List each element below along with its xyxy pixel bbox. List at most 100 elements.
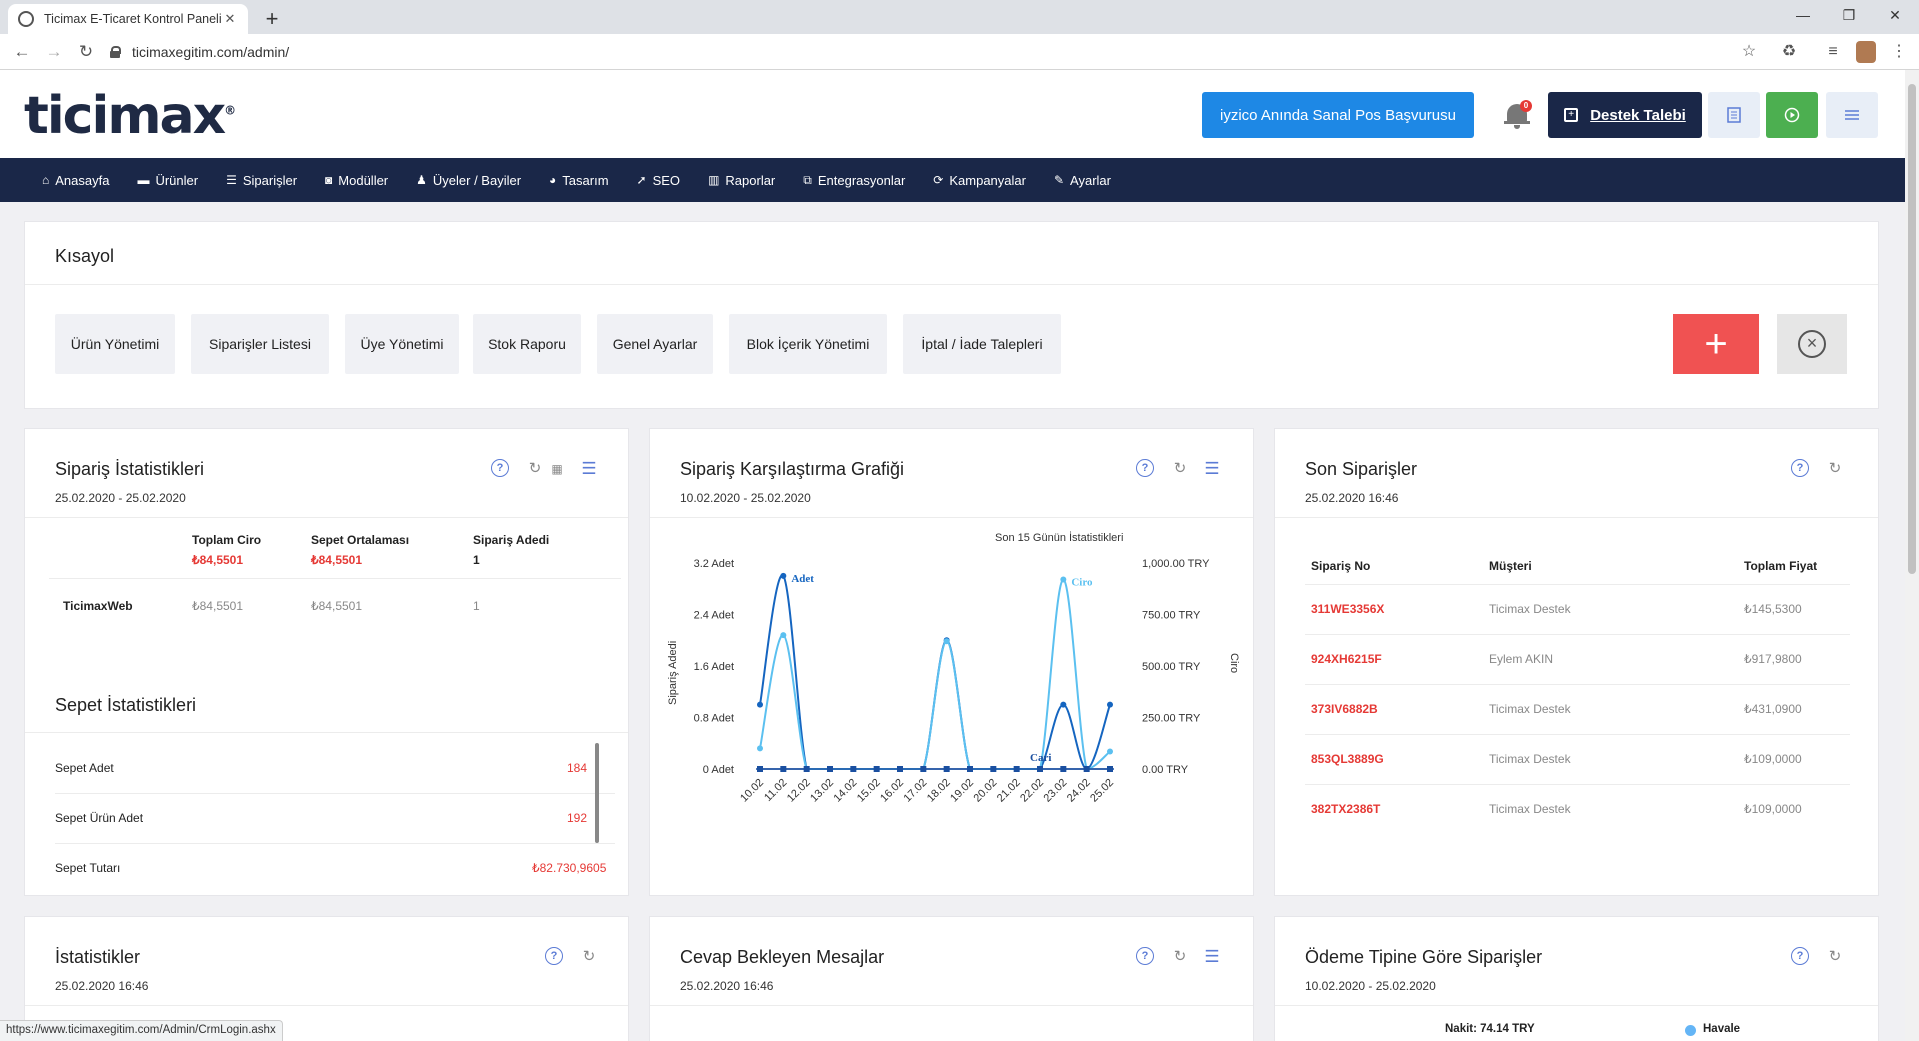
play-button[interactable] [1766, 92, 1818, 138]
shortcut-urun-yonetimi[interactable]: Ürün Yönetimi [55, 314, 175, 374]
add-shortcut-button[interactable]: + [1673, 314, 1759, 374]
close-tab-icon[interactable]: ✕ [222, 11, 238, 27]
extension-icon[interactable]: ♻ [1778, 42, 1800, 62]
cart-scrollbar[interactable] [595, 743, 599, 843]
forward-icon[interactable]: → [42, 40, 66, 64]
nav-tasarim[interactable]: ◕ Tasarım [549, 173, 608, 188]
messages-card: Cevap Bekleyen Mesajlar 25.02.2020 16:46… [649, 916, 1254, 1041]
cart-row-value: 184 [567, 761, 588, 775]
order-customer: Ticimax Destek [1489, 752, 1571, 766]
ticimax-logo[interactable]: ticimax® [24, 86, 236, 146]
data-point [990, 766, 997, 772]
nav-entegrasyonlar[interactable]: ⧉ Entegrasyonlar [803, 173, 905, 188]
palette-icon: ◕ [549, 173, 557, 187]
support-ticket-button[interactable]: + Destek Talebi [1548, 92, 1702, 138]
refresh-icon[interactable]: ↻ [1170, 947, 1190, 967]
data-point [1060, 701, 1067, 708]
y-tick-label: 3.2 Adet [694, 558, 734, 570]
refresh-icon[interactable]: ↻ [1825, 947, 1845, 967]
shortcut-genel-ayarlar[interactable]: Genel Ayarlar [597, 314, 713, 374]
comparison-title: Sipariş Karşılaştırma Grafiği [680, 459, 905, 479]
nav-anasayfa[interactable]: ⌂ Anasayfa [42, 173, 109, 188]
order-total: ₺917,9800 [1744, 652, 1802, 666]
refresh-icon[interactable]: ↻ [579, 947, 599, 967]
help-icon[interactable]: ? [491, 459, 509, 477]
shortcut-uye-yonetimi[interactable]: Üye Yönetimi [345, 314, 459, 374]
nav-siparisler[interactable]: ☰ Siparişler [226, 173, 297, 188]
y2-tick-label: 750.00 TRY [1142, 610, 1201, 622]
data-point [943, 638, 950, 645]
media-icon[interactable]: ≡ [1822, 42, 1844, 62]
help-icon[interactable]: ? [1791, 947, 1809, 965]
help-icon[interactable]: ? [1791, 459, 1809, 477]
page-scrollbar[interactable] [1905, 70, 1919, 1041]
menu-button[interactable] [1826, 92, 1878, 138]
nav-kampanyalar[interactable]: ⟳ Kampanyalar [933, 173, 1026, 188]
star-icon[interactable]: ☆ [1738, 42, 1760, 62]
minimize-icon[interactable]: — [1780, 0, 1826, 30]
y-tick-label: 0.8 Adet [694, 713, 734, 725]
calendar-icon[interactable]: ▦ [547, 459, 567, 479]
data-point [757, 745, 763, 752]
order-number-link[interactable]: 853QL3889G [1311, 752, 1384, 766]
kebab-menu-icon[interactable]: ⋮ [1888, 42, 1910, 62]
hamburger-icon [1845, 110, 1859, 120]
browser-tab-bar: Ticimax E-Ticaret Kontrol Paneli ✕ + — ❐… [0, 0, 1919, 34]
menu-icon[interactable]: ☰ [579, 459, 599, 479]
help-icon[interactable]: ? [1136, 459, 1154, 477]
nav-raporlar[interactable]: ▥ Raporlar [708, 173, 775, 188]
refresh-icon[interactable]: ↻ [1825, 459, 1845, 479]
scrollbar-thumb[interactable] [1908, 84, 1916, 574]
close-circle-icon: × [1798, 330, 1826, 358]
nav-ayarlar[interactable]: ✎ Ayarlar [1054, 173, 1111, 188]
nav-seo[interactable]: ➚ SEO [637, 173, 681, 188]
close-shortcut-button[interactable]: × [1777, 314, 1847, 374]
refresh-icon[interactable]: ↻ [525, 459, 545, 479]
divider [49, 578, 621, 579]
order-number-link[interactable]: 311WE3356X [1311, 602, 1384, 616]
payment-date: 10.02.2020 - 25.02.2020 [1305, 979, 1436, 993]
shortcut-iptal-iade[interactable]: İptal / İade Talepleri [903, 314, 1061, 374]
notification-bell-icon[interactable]: 0 [1504, 100, 1532, 130]
refresh-icon[interactable]: ↻ [1170, 459, 1190, 479]
nav-urunler[interactable]: ▬ Ürünler [137, 173, 198, 188]
payment-legend-havale[interactable]: Havale [1703, 1023, 1740, 1035]
nav-uyeler[interactable]: ♟ Üyeler / Bayiler [416, 173, 521, 188]
document-button[interactable] [1708, 92, 1760, 138]
menu-icon[interactable]: ☰ [1202, 947, 1222, 967]
x-tick-label: 14.02 [832, 777, 860, 805]
help-icon[interactable]: ? [1136, 947, 1154, 965]
help-icon[interactable]: ? [545, 947, 563, 965]
window-close-icon[interactable]: ✕ [1872, 0, 1918, 30]
order-customer: Eylem AKIN [1489, 652, 1554, 666]
url-text: ticimaxegitim.com/admin/ [132, 44, 290, 60]
x-tick-label: 15.02 [855, 777, 883, 805]
menu-icon[interactable]: ☰ [1202, 459, 1222, 479]
divider [55, 793, 615, 794]
profile-avatar[interactable] [1856, 41, 1876, 63]
folder-icon: ▬ [137, 173, 150, 187]
order-number-link[interactable]: 382TX2386T [1311, 802, 1380, 816]
x-tick-label: 17.02 [902, 777, 930, 805]
refresh-icon: ⟳ [933, 173, 944, 187]
data-point [1107, 766, 1113, 772]
data-point [1013, 766, 1020, 772]
nav-moduller[interactable]: ◙ Modüller [325, 173, 388, 188]
url-field[interactable]: ticimaxegitim.com/admin/ [110, 38, 1770, 66]
comparison-chart-card: Sipariş Karşılaştırma Grafiği 10.02.2020… [649, 428, 1254, 896]
shortcut-blok-icerik[interactable]: Blok İçerik Yönetimi [729, 314, 887, 374]
comparison-date: 10.02.2020 - 25.02.2020 [680, 491, 811, 505]
back-icon[interactable]: ← [10, 40, 34, 64]
shortcut-siparisler-listesi[interactable]: Siparişler Listesi [191, 314, 329, 374]
order-number-link[interactable]: 373IV6882B [1311, 702, 1378, 716]
new-tab-button[interactable]: + [258, 6, 286, 32]
shortcut-stok-raporu[interactable]: Stok Raporu [473, 314, 581, 374]
order-number-link[interactable]: 924XH6215F [1311, 652, 1382, 666]
iyzico-button[interactable]: iyzico Anında Sanal Pos Başvurusu [1202, 92, 1474, 138]
reload-icon[interactable]: ↻ [74, 40, 98, 64]
divider [55, 843, 615, 844]
restore-icon[interactable]: ❐ [1826, 0, 1872, 30]
messages-title: Cevap Bekleyen Mesajlar [680, 947, 885, 967]
browser-tab[interactable]: Ticimax E-Ticaret Kontrol Paneli ✕ [8, 4, 248, 34]
recent-orders-card: Son Siparişler 25.02.2020 16:46 ? ↻ Sipa… [1274, 428, 1879, 896]
